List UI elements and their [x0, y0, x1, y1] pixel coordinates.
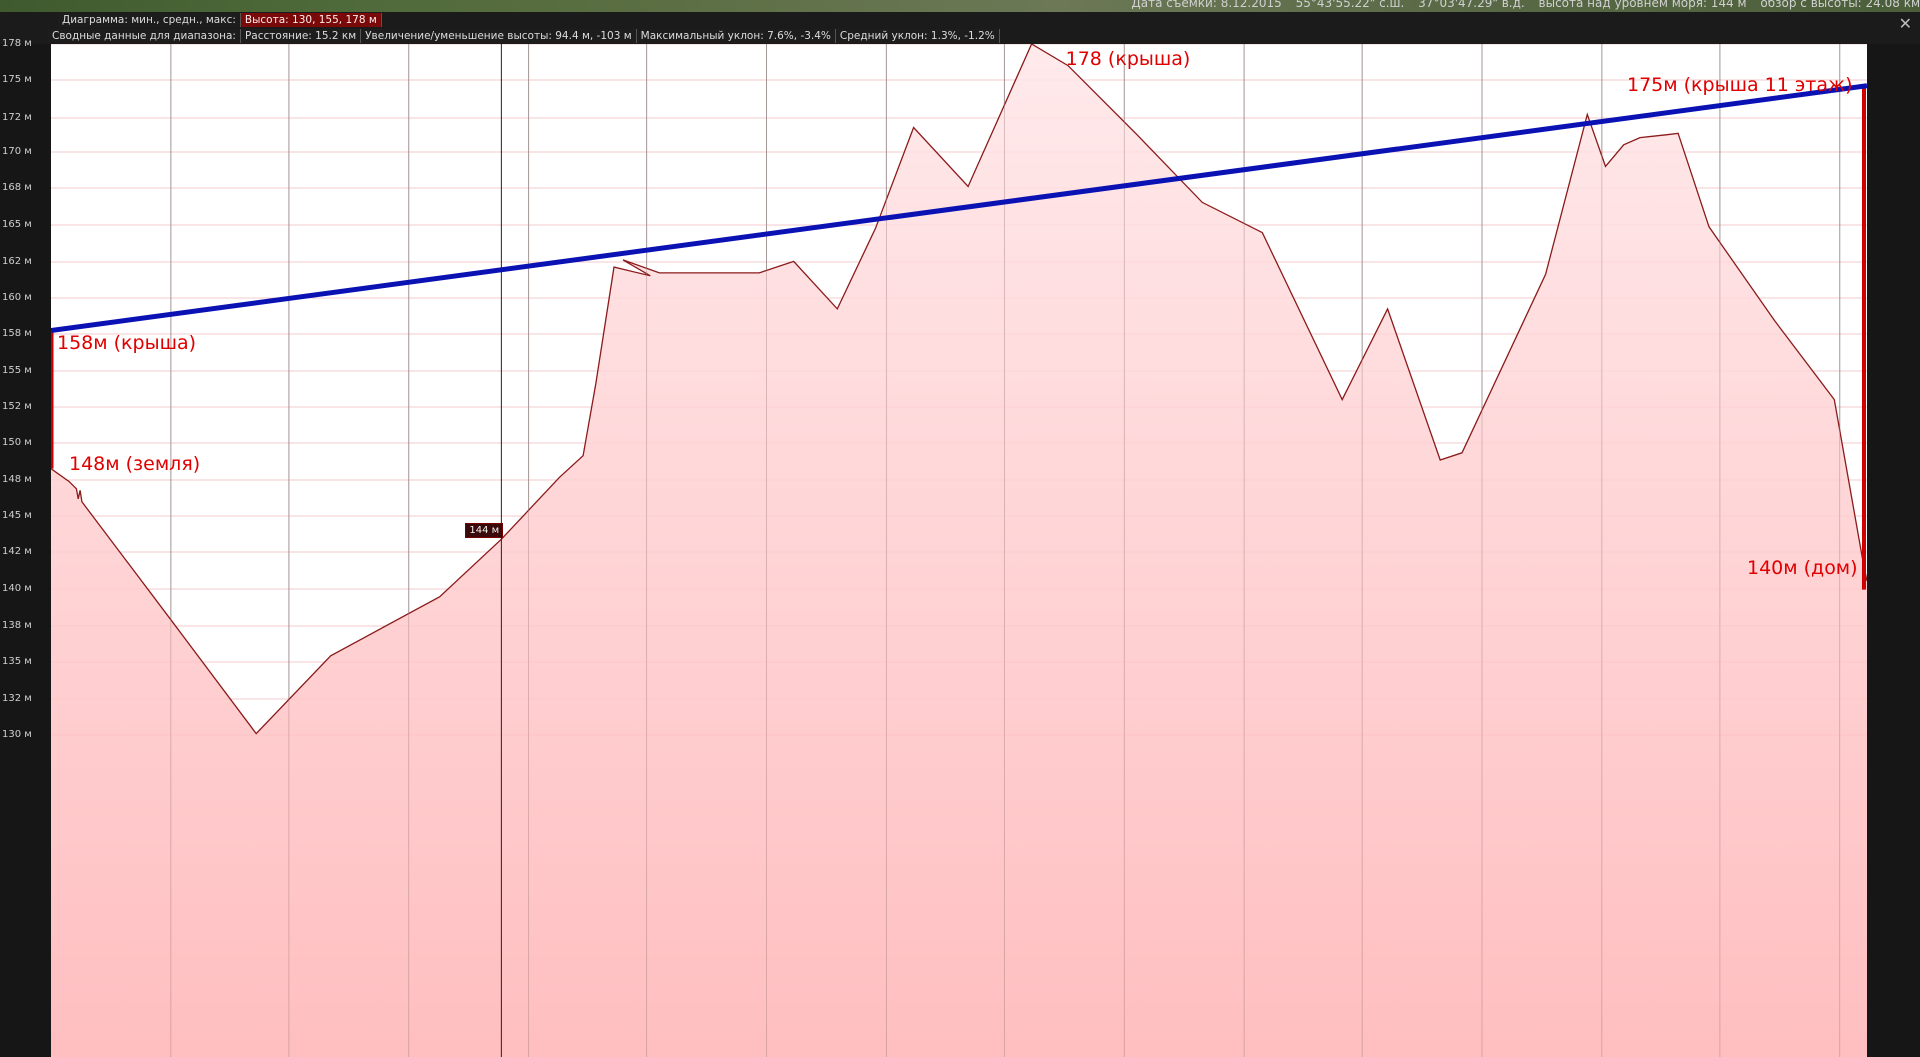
longitude: 37°03'47.29" в.д. — [1418, 0, 1525, 10]
y-tick-label: 135 м — [2, 656, 32, 667]
annotation-140-house: 140м (дом) — [1747, 556, 1858, 579]
annotation-158-roof: 158м (крыша) — [57, 332, 197, 355]
y-tick-label: 145 м — [2, 510, 32, 521]
annotation-148-ground: 148м (земля) — [69, 452, 201, 475]
elevation-profile-chart[interactable] — [51, 44, 1867, 1057]
latitude: 55°43'55.22" с.ш. — [1295, 0, 1405, 10]
y-tick-label: 150 м — [2, 437, 32, 448]
y-tick-label: 152 м — [2, 401, 32, 412]
y-tick-label: 132 м — [2, 693, 32, 704]
hover-elevation-tag: 144 м — [465, 523, 504, 539]
y-tick-label: 162 м — [2, 256, 32, 267]
status-bar: Дата съемки: 8.12.2015 55°43'55.22" с.ш.… — [1121, 0, 1920, 12]
chart-label: Диаграмма: мин., средн., макс: — [58, 13, 241, 27]
y-tick-label: 178 м — [2, 38, 32, 49]
y-tick-label: 155 м — [2, 365, 32, 376]
y-tick-label: 170 м — [2, 146, 32, 157]
close-icon[interactable]: ✕ — [1899, 14, 1912, 33]
right-panel — [1867, 44, 1920, 1057]
chart-stats-row: Диаграмма: мин., средн., макс: Высота: 1… — [58, 13, 382, 27]
y-axis-panel: 178 м 175 м 172 м 170 м 168 м 165 м 162 м 160 м… — [0, 38, 51, 1057]
y-tick-label: 130 м — [2, 729, 32, 740]
elevation-readout: высота над уровнем моря: 144 м — [1538, 0, 1747, 10]
annotation-175-roof-11-floor: 175м (крыша 11 этаж) — [1627, 73, 1853, 96]
y-tick-label: 172 м — [2, 112, 32, 123]
annotation-178-roof: 178 (крыша) — [1065, 48, 1191, 70]
y-tick-label: 142 м — [2, 546, 32, 557]
avg-slope-stat[interactable]: Средний уклон: 1.3%, -1.2% — [835, 29, 1000, 43]
y-tick-label: 165 м — [2, 219, 32, 230]
height-stats[interactable]: Высота: 130, 155, 178 м — [240, 13, 382, 27]
capture-date: Дата съемки: 8.12.2015 — [1131, 0, 1282, 10]
max-slope-stat[interactable]: Максимальный уклон: 7.6%, -3.4% — [636, 29, 836, 43]
distance-stat[interactable]: Расстояние: 15.2 км — [240, 29, 362, 43]
y-tick-label: 148 м — [2, 474, 32, 485]
y-tick-label: 175 м — [2, 74, 32, 85]
eye-altitude: обзор с высоты: 24.08 км — [1760, 0, 1920, 10]
y-tick-label: 138 м — [2, 620, 32, 631]
y-tick-label: 168 м — [2, 182, 32, 193]
summary-label: Сводные данные для диапазона: — [48, 29, 241, 43]
gain-loss-stat[interactable]: Увеличение/уменьшение высоты: 94.4 м, -1… — [361, 29, 637, 43]
y-tick-label: 158 м — [2, 328, 32, 339]
summary-row: Сводные данные для диапазона: Расстояние… — [48, 29, 1000, 43]
y-tick-label: 140 м — [2, 583, 32, 594]
y-tick-label: 160 м — [2, 292, 32, 303]
